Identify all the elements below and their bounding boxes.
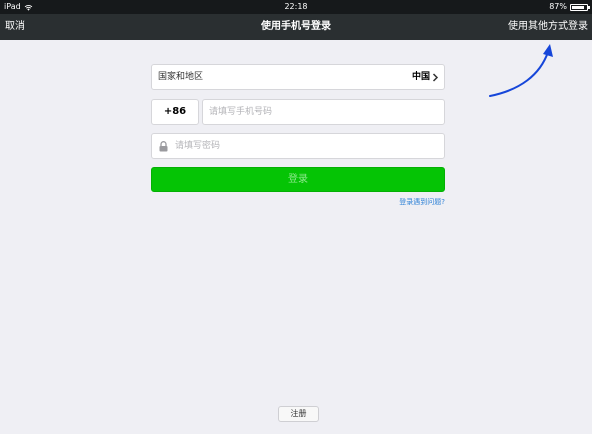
phone-input[interactable] xyxy=(209,100,438,124)
phone-field-box xyxy=(202,99,445,125)
cancel-button[interactable]: 取消 xyxy=(5,14,25,40)
nav-bar: 取消 使用手机号登录 使用其他方式登录 xyxy=(0,14,592,40)
country-selector[interactable]: 国家和地区 中国 xyxy=(151,64,445,90)
battery-icon xyxy=(570,3,590,11)
battery-fill xyxy=(572,5,584,9)
country-label: 国家和地区 xyxy=(158,72,204,82)
annotation-arrow-icon xyxy=(489,44,553,97)
battery-percent: 87% xyxy=(549,2,567,11)
login-button[interactable]: 登录 xyxy=(151,167,445,192)
country-code-box[interactable]: +86 xyxy=(151,99,199,125)
status-time: 22:18 xyxy=(284,2,308,11)
register-button[interactable]: 注册 xyxy=(278,406,319,422)
country-value: 中国 xyxy=(411,72,430,82)
password-input[interactable] xyxy=(175,134,438,158)
lock-icon xyxy=(159,141,168,152)
page-title: 使用手机号登录 xyxy=(261,21,331,32)
password-field-box xyxy=(151,133,445,159)
login-problem-link[interactable]: 登录遇到问题? xyxy=(399,197,445,207)
chevron-right-icon xyxy=(432,73,439,82)
other-login-button[interactable]: 使用其他方式登录 xyxy=(508,14,588,40)
status-right: 87% xyxy=(549,0,590,14)
status-bar: iPad 22:18 87% xyxy=(0,0,592,14)
